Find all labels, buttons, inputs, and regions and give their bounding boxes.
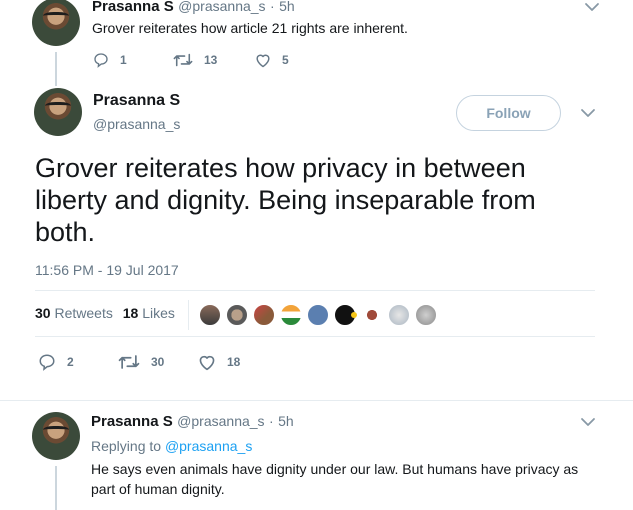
thread-line — [55, 466, 57, 510]
liker-avatar[interactable] — [253, 304, 275, 326]
retweet-button[interactable]: 13 — [172, 52, 217, 68]
retweet-count: 30 — [151, 355, 165, 369]
like-button[interactable]: 5 — [254, 52, 289, 68]
separator-dot: · — [269, 413, 274, 429]
tweet-time[interactable]: 5h — [279, 0, 295, 14]
tweet-header: Prasanna S @prasanna_s · 5h — [92, 0, 295, 16]
likes-label: Likes — [142, 305, 175, 321]
like-icon — [256, 54, 270, 68]
tweet-prev[interactable]: Prasanna S @prasanna_s · 5h Grover reite… — [0, 0, 633, 86]
liker-avatar[interactable] — [415, 304, 437, 326]
chevron-down-icon[interactable] — [579, 106, 597, 120]
retweet-count: 13 — [204, 53, 218, 67]
reply-button[interactable]: 2 — [37, 353, 74, 371]
user-handle[interactable]: @prasanna_s — [177, 413, 264, 429]
tweet-timestamp[interactable]: 11:56 PM - 19 Jul 2017 — [35, 262, 179, 278]
tweet-header: Prasanna S @prasanna_s · 5h — [91, 413, 294, 431]
tweet-text: Grover reiterates how article 21 rights … — [92, 20, 408, 36]
retweets-count: 30 — [35, 305, 51, 321]
liker-avatar[interactable] — [280, 304, 302, 326]
liker-avatar[interactable] — [307, 304, 329, 326]
retweets-stat[interactable]: 30 Retweets — [35, 305, 117, 321]
user-handle[interactable]: @prasanna_s — [93, 116, 180, 132]
retweet-icon — [173, 53, 193, 67]
liker-avatar[interactable] — [226, 304, 248, 326]
user-name[interactable]: Prasanna S — [92, 0, 174, 15]
tweet-text: He says even animals have dignity under … — [91, 461, 579, 497]
tweet-next[interactable]: Prasanna S @prasanna_s · 5h Replying to … — [0, 401, 633, 510]
user-name[interactable]: Prasanna S — [91, 413, 173, 430]
tweet-stats: 30 Retweets 18 Likes — [35, 305, 175, 321]
reply-count: 1 — [120, 53, 127, 67]
like-button[interactable]: 18 — [197, 353, 240, 371]
separator-dot: · — [270, 0, 275, 14]
avatar[interactable] — [32, 412, 80, 460]
tweet-main-text: Grover reiterates how privacy in between… — [35, 153, 536, 247]
retweet-icon — [118, 355, 140, 369]
user-name[interactable]: Prasanna S — [93, 92, 180, 110]
follow-button[interactable]: Follow — [456, 95, 561, 131]
likes-stat[interactable]: 18 Likes — [123, 305, 175, 321]
replying-to-label: Replying to — [91, 438, 162, 454]
tweet-time[interactable]: 5h — [278, 413, 294, 429]
reply-count: 2 — [67, 355, 74, 369]
liker-avatar[interactable] — [199, 304, 221, 326]
chevron-down-icon[interactable] — [583, 0, 601, 14]
reply-button[interactable]: 1 — [92, 52, 127, 68]
liker-avatar[interactable] — [361, 304, 383, 326]
divider — [35, 336, 595, 337]
liker-separator — [188, 300, 189, 330]
like-count: 5 — [282, 53, 289, 67]
liker-avatar[interactable] — [388, 304, 410, 326]
like-icon — [199, 355, 215, 371]
retweet-button[interactable]: 30 — [117, 353, 164, 371]
retweets-label: Retweets — [54, 305, 113, 321]
avatar[interactable] — [32, 0, 80, 46]
chevron-down-icon[interactable] — [579, 415, 597, 429]
avatar[interactable] — [34, 88, 82, 136]
reply-icon — [94, 53, 108, 68]
user-handle[interactable]: @prasanna_s — [178, 0, 265, 14]
replying-to-handle[interactable]: @prasanna_s — [165, 438, 252, 454]
divider — [35, 290, 595, 291]
like-count: 18 — [227, 355, 241, 369]
replying-to: Replying to @prasanna_s — [91, 438, 252, 454]
reply-icon — [39, 354, 55, 371]
likes-count: 18 — [122, 305, 139, 321]
liker-dot — [351, 312, 357, 318]
